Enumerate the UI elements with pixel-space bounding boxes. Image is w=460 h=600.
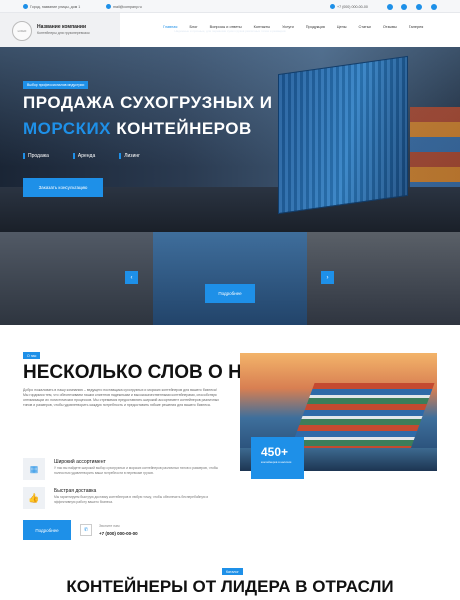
- hero-tags: Продажа Аренда Лизинг: [23, 153, 140, 159]
- slide-title: Сухогрузные контейнеры: [203, 20, 257, 25]
- logo-block[interactable]: LOGO Название компании Контейнеры для гр…: [0, 13, 120, 47]
- feature-desc: У нас вы найдете широкий выбор сухогрузн…: [54, 466, 219, 475]
- hero-section: [0, 47, 460, 232]
- telegram-icon[interactable]: [387, 3, 393, 10]
- hero-title-line1: ПРОДАЖА СУХОГРУЗНЫХ И: [23, 93, 273, 112]
- company-tagline: Контейнеры для грузоперевозок: [37, 31, 90, 35]
- feature-title: Широкий ассортимент: [54, 459, 106, 465]
- vk-icon[interactable]: [401, 3, 407, 10]
- phone-icon: ✆: [80, 524, 92, 536]
- company-name: Название компании: [37, 24, 87, 30]
- slide-description: Надежные и прочные, для перевозки сухих …: [174, 29, 286, 33]
- stat-label: контейнеров в наличии: [261, 460, 292, 464]
- nav-item-prices[interactable]: Цены: [337, 25, 347, 29]
- nav-item-articles[interactable]: Статьи: [359, 25, 371, 29]
- logo[interactable]: LOGO: [12, 21, 32, 41]
- email-link[interactable]: mail@company.ru: [113, 5, 142, 9]
- topbar: Город, название улицы, дом 1 mail@compan…: [0, 0, 460, 13]
- viber-icon[interactable]: [416, 3, 422, 10]
- feature-desc: Мы гарантируем быструю доставку контейне…: [54, 495, 209, 504]
- hero-badge: Выбор профессионалов индустрии: [23, 81, 89, 89]
- about-paragraph: Добро пожаловать в нашу компанию – ведущ…: [23, 388, 220, 407]
- about-label: О нас: [23, 352, 41, 359]
- email-item[interactable]: mail@company.ru: [106, 4, 142, 9]
- location-icon: [23, 4, 28, 9]
- catalog-label: Каталог: [222, 568, 243, 575]
- stat-badge: 450+ контейнеров в наличии: [251, 437, 304, 479]
- product-slider: [0, 232, 460, 325]
- hero-title-accent: МОРСКИХ: [23, 119, 112, 138]
- nav-item-products[interactable]: Продукция: [306, 25, 325, 29]
- thumbs-up-icon: 👍: [23, 487, 45, 509]
- warehouse-icon: ▦: [23, 458, 45, 480]
- address-text: Город, название улицы, дом 1: [30, 4, 81, 9]
- hero-title-line2: МОРСКИХ КОНТЕЙНЕРОВ: [23, 119, 252, 139]
- consultation-button[interactable]: Заказать консультацию: [23, 178, 103, 197]
- about-more-button[interactable]: Подробнее: [23, 520, 71, 540]
- feature-title: Быстрая доставка: [54, 488, 97, 494]
- tag-sale: Продажа: [23, 153, 49, 159]
- phone-link[interactable]: +7 (000) 000-00-00: [337, 5, 368, 9]
- slide-active: [153, 232, 307, 325]
- container-image: [278, 55, 408, 215]
- phone-item[interactable]: +7 (000) 000-00-00: [330, 4, 368, 9]
- slider-prev-button[interactable]: ‹: [125, 271, 138, 284]
- tag-rent: Аренда: [72, 153, 95, 159]
- mail-icon: [106, 4, 111, 9]
- tag-leasing: Лизинг: [119, 153, 140, 159]
- address-item: Город, название улицы, дом 1: [23, 4, 80, 9]
- whatsapp-icon[interactable]: [431, 3, 437, 10]
- nav-item-reviews[interactable]: Отзывы: [383, 25, 397, 29]
- slider-next-button[interactable]: ›: [321, 271, 334, 284]
- about-heading: НЕСКОЛЬКО СЛОВ О НАС: [23, 362, 269, 383]
- stat-value: 450+: [261, 445, 289, 459]
- nav-item-gallery[interactable]: Галерея: [409, 25, 424, 29]
- phone-number[interactable]: +7 (000) 000-00-00: [99, 531, 138, 536]
- phone-label: Звоните нам: [99, 524, 120, 528]
- catalog-heading: КОНТЕЙНЕРЫ ОТ ЛИДЕРА В ОТРАСЛИ: [66, 577, 394, 596]
- phone-icon: [330, 4, 335, 9]
- hero-title-rest: КОНТЕЙНЕРОВ: [116, 119, 252, 138]
- slide-more-button[interactable]: Подробнее: [205, 284, 255, 303]
- container-stack-image: [410, 107, 460, 197]
